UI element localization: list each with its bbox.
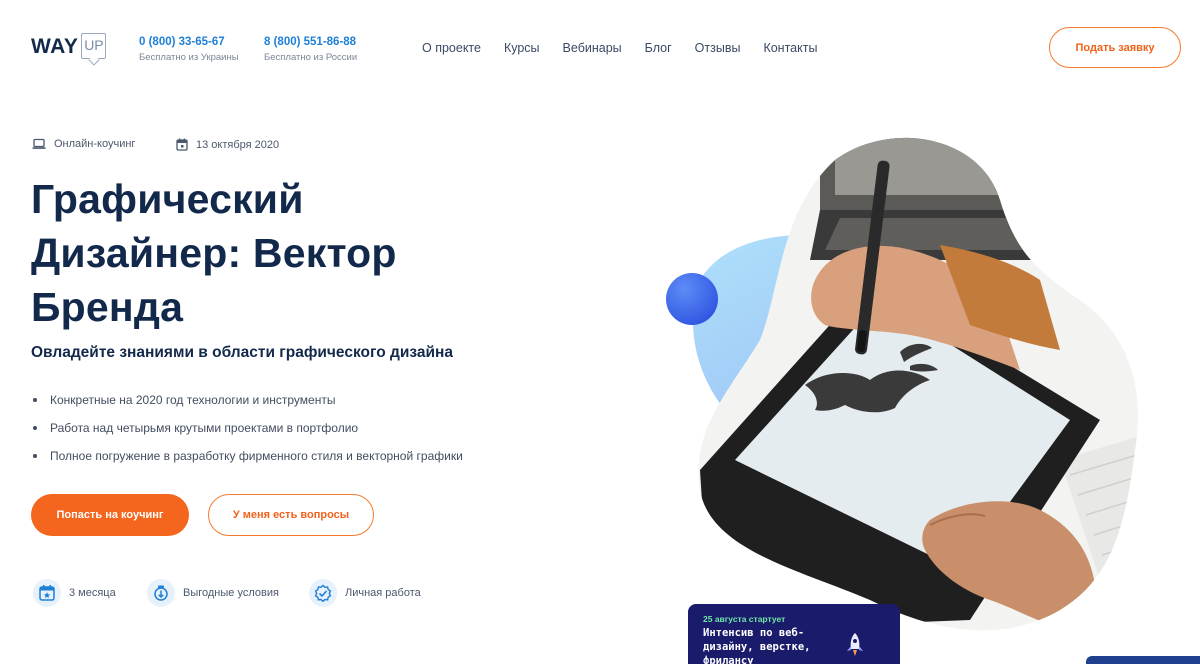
calendar-icon xyxy=(176,138,188,151)
page-title: Графический Дизайнер: Вектор Бренда xyxy=(31,176,397,330)
piggy-bank-icon xyxy=(147,579,175,607)
feature-label: Личная работа xyxy=(345,587,421,599)
badge-icon xyxy=(309,579,337,607)
meta-date: 13 октября 2020 xyxy=(176,138,279,151)
hero-illustration xyxy=(666,137,1138,631)
promo-title: Интенсив по веб-дизайну, верстке, фрилан… xyxy=(703,627,811,664)
phone-number[interactable]: 0 (800) 33-65-67 xyxy=(139,35,239,49)
logo-up-text: UP xyxy=(81,33,107,59)
page-subtitle: Овладейте знаниями в области графическог… xyxy=(31,344,453,361)
meta-format: Онлайн-коучинг xyxy=(32,138,135,150)
logo[interactable]: WAY UP xyxy=(31,33,107,60)
ask-questions-button[interactable]: У меня есть вопросы xyxy=(208,494,374,536)
calendar-star-icon xyxy=(33,579,61,607)
nav-item-about[interactable]: О проекте xyxy=(422,40,481,56)
logo-way-text: WAY xyxy=(31,35,79,58)
main-nav: О проекте Курсы Вебинары Блог Отзывы Кон… xyxy=(422,40,817,56)
phone-note: Бесплатно из Украины xyxy=(139,52,239,63)
nav-item-reviews[interactable]: Отзывы xyxy=(695,40,741,56)
phone-russia[interactable]: 8 (800) 551-86-88 Бесплатно из России xyxy=(264,35,357,64)
phone-note: Бесплатно из России xyxy=(264,52,358,63)
list-item: Полное погружение в разработку фирменног… xyxy=(33,442,463,470)
promo-card[interactable]: 25 августа стартует Интенсив по веб-диза… xyxy=(688,604,900,664)
nav-item-courses[interactable]: Курсы xyxy=(504,40,540,56)
designer-photo xyxy=(698,137,1138,631)
phone-ukraine[interactable]: 0 (800) 33-65-67 Бесплатно из Украины xyxy=(139,35,239,64)
list-item: Конкретные на 2020 год технологии и инст… xyxy=(33,386,463,414)
chat-widget-tab[interactable] xyxy=(1086,656,1200,664)
feature-conditions: Выгодные условия xyxy=(147,579,279,607)
feature-label: Выгодные условия xyxy=(183,587,279,599)
list-item: Работа над четырьмя крутыми проектами в … xyxy=(33,414,463,442)
nav-item-blog[interactable]: Блог xyxy=(645,40,672,56)
promo-date: 25 августа стартует xyxy=(703,614,786,624)
benefits-list: Конкретные на 2020 год технологии и инст… xyxy=(33,386,463,470)
feature-label: 3 месяца xyxy=(69,587,116,599)
nav-item-webinars[interactable]: Вебинары xyxy=(563,40,622,56)
apply-button[interactable]: Подать заявку xyxy=(1049,27,1181,68)
join-coaching-button[interactable]: Попасть на коучинг xyxy=(31,494,189,536)
meta-date-text: 13 октября 2020 xyxy=(196,138,280,151)
feature-duration: 3 месяца xyxy=(33,579,116,607)
laptop-icon xyxy=(32,138,46,150)
nav-item-contacts[interactable]: Контакты xyxy=(763,40,817,56)
decor-ball xyxy=(666,273,718,325)
phone-number[interactable]: 8 (800) 551-86-88 xyxy=(264,35,357,49)
feature-personal-work: Личная работа xyxy=(309,579,421,607)
rocket-icon xyxy=(844,632,866,663)
meta-format-text: Онлайн-коучинг xyxy=(54,138,136,150)
